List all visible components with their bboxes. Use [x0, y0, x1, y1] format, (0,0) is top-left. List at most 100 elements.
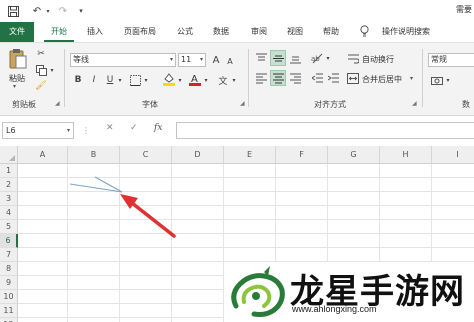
shrink-font-button[interactable]: A — [224, 54, 236, 68]
font-color-dropdown-icon[interactable]: ▾ — [202, 73, 210, 87]
name-box[interactable]: L6 ▾ — [2, 122, 74, 139]
phonetic-dropdown-icon[interactable]: ▾ — [230, 73, 238, 87]
tab-insert[interactable]: 插入 — [82, 22, 108, 42]
wrap-text-icon[interactable] — [346, 51, 360, 65]
font-size-value: 11 — [181, 55, 192, 64]
alignment-launcher-icon[interactable]: ◢ — [412, 100, 417, 107]
font-color-icon[interactable]: A — [188, 71, 202, 87]
column-header-i[interactable]: I — [432, 146, 474, 164]
number-format-value: 常规 — [431, 55, 447, 64]
copy-icon[interactable] — [34, 63, 48, 77]
ribbon-tabs: 文件 开始 插入 页面布局 公式 数据 审阅 视图 帮助 操作说明搜索 — [0, 22, 474, 43]
cancel-icon[interactable]: ✕ — [106, 123, 114, 133]
row-header-8[interactable]: 8 — [0, 262, 18, 276]
undo-dropdown-icon[interactable]: ▾ — [44, 3, 52, 19]
column-header-a[interactable]: A — [18, 146, 68, 164]
row-header-7[interactable]: 7 — [0, 248, 18, 262]
column-header-f[interactable]: F — [276, 146, 328, 164]
tab-home[interactable]: 开始 — [44, 22, 74, 42]
align-top-icon[interactable] — [254, 51, 268, 65]
column-header-c[interactable]: C — [120, 146, 172, 164]
row-header-5[interactable]: 5 — [0, 220, 18, 234]
save-icon[interactable] — [6, 3, 20, 19]
grow-font-button[interactable]: A — [210, 53, 222, 67]
more-icon[interactable]: ⋮ — [82, 126, 90, 135]
formula-input[interactable] — [176, 122, 474, 139]
number-format-select[interactable]: 常规 — [428, 53, 474, 67]
merge-dropdown-icon[interactable]: ▾ — [410, 75, 413, 82]
merge-center-icon[interactable] — [346, 71, 360, 85]
italic-button[interactable]: I — [88, 73, 100, 87]
column-header-b[interactable]: B — [68, 146, 120, 164]
row-header-11[interactable]: 11 — [0, 304, 18, 318]
select-all-button[interactable] — [0, 146, 18, 164]
increase-indent-icon[interactable] — [326, 71, 340, 85]
decrease-indent-icon[interactable] — [310, 71, 324, 85]
tab-page-layout[interactable]: 页面布局 — [118, 22, 162, 42]
watermark-url: www.ahlongxing.com — [292, 304, 377, 314]
column-header-h[interactable]: H — [380, 146, 432, 164]
undo-icon[interactable]: ↶ — [30, 3, 44, 19]
clipboard-launcher-icon[interactable]: ◢ — [55, 100, 60, 107]
currency-dropdown-icon[interactable]: ▾ — [444, 73, 452, 87]
row-header-4[interactable]: 4 — [0, 206, 18, 220]
bold-button[interactable]: B — [72, 73, 84, 87]
paste-label[interactable]: 粘贴 — [9, 73, 25, 84]
underline-dropdown-icon[interactable]: ▾ — [116, 73, 124, 87]
font-size-select[interactable]: 11 ▾ — [178, 53, 206, 67]
tab-data[interactable]: 数据 — [208, 22, 234, 42]
tab-file[interactable]: 文件 — [0, 22, 34, 42]
borders-icon[interactable] — [128, 73, 142, 87]
fill-color-icon[interactable] — [162, 71, 176, 87]
group-divider — [248, 49, 249, 107]
row-header-12[interactable]: 12 — [0, 318, 18, 322]
row-header-9[interactable]: 9 — [0, 276, 18, 290]
enter-icon[interactable]: ✓ — [130, 123, 138, 133]
copy-dropdown-icon[interactable]: ▾ — [48, 63, 56, 77]
align-right-icon[interactable] — [288, 71, 302, 85]
insert-function-icon[interactable]: fx — [154, 123, 162, 133]
underline-button[interactable]: U — [104, 73, 116, 87]
tab-tell-me[interactable]: 操作说明搜索 — [376, 22, 436, 42]
align-left-icon[interactable] — [254, 71, 268, 85]
gridline — [18, 247, 474, 248]
redo-icon[interactable]: ↷ — [56, 3, 70, 19]
align-middle-icon[interactable] — [270, 50, 286, 66]
paste-dropdown-icon[interactable]: ▾ — [13, 83, 16, 90]
row-header-2[interactable]: 2 — [0, 178, 18, 192]
merge-center-button[interactable]: 合并后居中 — [362, 74, 402, 85]
watermark: 龙星手游网 www.ahlongxing.com — [224, 262, 474, 322]
tab-review[interactable]: 审阅 — [246, 22, 272, 42]
font-launcher-icon[interactable]: ◢ — [240, 100, 245, 107]
paste-icon[interactable] — [8, 47, 28, 71]
column-header-d[interactable]: D — [172, 146, 224, 164]
fill-color-dropdown-icon[interactable]: ▾ — [176, 73, 184, 87]
wrap-text-button[interactable]: 自动换行 — [362, 54, 394, 65]
svg-text:ab: ab — [311, 55, 320, 63]
ribbon-home: 粘贴 ▾ ✂ ▾ 🖌 剪贴板 ◢ 等线 ▾ 11 ▾ A A B I U ▾ ▾… — [0, 43, 474, 116]
customize-toolbar-icon[interactable]: ▾ — [76, 3, 86, 19]
tab-formulas[interactable]: 公式 — [172, 22, 198, 42]
orientation-dropdown-icon[interactable]: ▾ — [324, 51, 332, 65]
phonetic-button[interactable]: 文 — [216, 73, 230, 87]
column-header-e[interactable]: E — [224, 146, 276, 164]
align-center-icon[interactable] — [270, 70, 286, 86]
row-header-6[interactable]: 6 — [0, 234, 18, 248]
column-header-g[interactable]: G — [328, 146, 380, 164]
currency-icon[interactable] — [430, 73, 444, 87]
row-header-3[interactable]: 3 — [0, 192, 18, 206]
tab-help[interactable]: 帮助 — [318, 22, 344, 42]
borders-dropdown-icon[interactable]: ▾ — [142, 73, 150, 87]
row-header-1[interactable]: 1 — [0, 164, 18, 178]
clipboard-group-label: 剪贴板 — [12, 100, 36, 109]
tab-view[interactable]: 视图 — [282, 22, 308, 42]
align-bottom-icon[interactable] — [288, 51, 302, 65]
cut-icon[interactable]: ✂ — [34, 47, 48, 61]
font-name-select[interactable]: 等线 ▾ — [70, 53, 176, 67]
orientation-icon[interactable]: ab — [310, 51, 324, 65]
chevron-down-icon: ▾ — [66, 127, 70, 134]
row-header-10[interactable]: 10 — [0, 290, 18, 304]
gridline — [18, 233, 474, 234]
gridline — [18, 191, 474, 192]
format-painter-icon[interactable]: 🖌 — [34, 79, 48, 93]
